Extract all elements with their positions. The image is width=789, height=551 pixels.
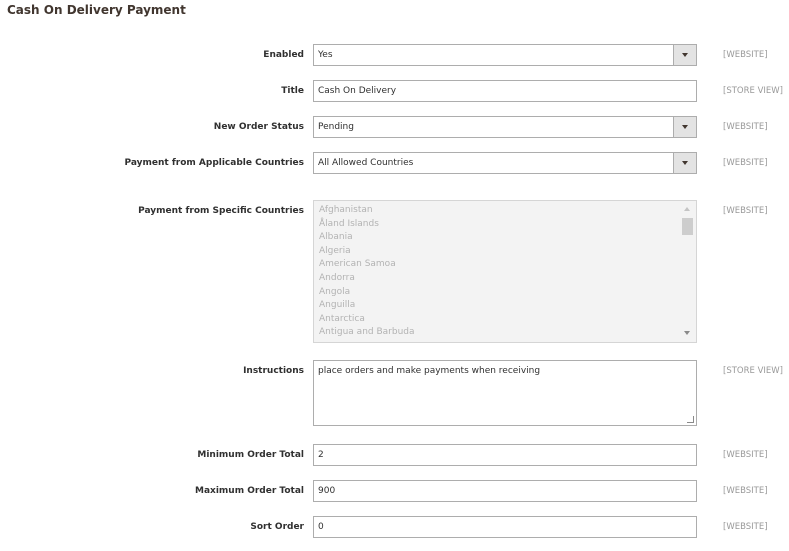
country-option[interactable]: Afghanistan [319, 205, 373, 215]
countries-scrollbar[interactable] [679, 201, 696, 342]
resize-handle-icon[interactable] [687, 416, 694, 423]
chevron-down-icon [682, 53, 688, 57]
scroll-down-icon[interactable] [684, 331, 690, 335]
section-title: Cash On Delivery Payment [7, 3, 186, 17]
sort-order-scope: [WEBSITE] [723, 522, 768, 532]
enabled-value: Yes [318, 50, 333, 60]
applicable-countries-value: All Allowed Countries [318, 158, 414, 168]
title-scope: [STORE VIEW] [723, 86, 783, 96]
enabled-dropdown-toggle[interactable] [673, 45, 696, 65]
specific-countries-multiselect[interactable]: Afghanistan Åland Islands Albania Algeri… [313, 200, 697, 343]
specific-countries-scope: [WEBSITE] [723, 206, 768, 216]
max-order-total-input[interactable]: 900 [313, 480, 697, 502]
enabled-select[interactable]: Yes [313, 44, 697, 66]
min-order-total-value: 2 [318, 450, 324, 460]
max-order-total-value: 900 [318, 486, 336, 496]
specific-countries-label: Payment from Specific Countries [138, 206, 304, 216]
min-order-total-scope: [WEBSITE] [723, 450, 768, 460]
country-option[interactable]: Åland Islands [319, 219, 379, 229]
country-option[interactable]: Antarctica [319, 314, 365, 324]
title-input[interactable]: Cash On Delivery [313, 80, 697, 102]
sort-order-input[interactable]: 0 [313, 516, 697, 538]
new-order-status-value: Pending [318, 122, 354, 132]
title-label: Title [281, 86, 304, 96]
chevron-down-icon [682, 161, 688, 165]
new-order-status-scope: [WEBSITE] [723, 122, 768, 132]
new-order-status-label: New Order Status [213, 122, 304, 132]
country-option[interactable]: American Samoa [319, 259, 396, 269]
instructions-label: Instructions [243, 366, 304, 376]
instructions-scope: [STORE VIEW] [723, 366, 783, 376]
instructions-textarea[interactable]: place orders and make payments when rece… [313, 360, 697, 426]
new-order-status-select[interactable]: Pending [313, 116, 697, 138]
applicable-countries-select[interactable]: All Allowed Countries [313, 152, 697, 174]
sort-order-value: 0 [318, 522, 324, 532]
country-option[interactable]: Andorra [319, 273, 355, 283]
enabled-scope: [WEBSITE] [723, 50, 768, 60]
applicable-countries-label: Payment from Applicable Countries [124, 158, 304, 168]
max-order-total-scope: [WEBSITE] [723, 486, 768, 496]
chevron-down-icon [682, 125, 688, 129]
scrollbar-thumb[interactable] [682, 218, 693, 235]
sort-order-label: Sort Order [250, 522, 304, 532]
country-option[interactable]: Angola [319, 287, 350, 297]
max-order-total-label: Maximum Order Total [194, 486, 304, 496]
country-option[interactable]: Algeria [319, 246, 351, 256]
min-order-total-label: Minimum Order Total [197, 450, 304, 460]
min-order-total-input[interactable]: 2 [313, 444, 697, 466]
country-option[interactable]: Antigua and Barbuda [319, 327, 415, 337]
instructions-value: place orders and make payments when rece… [318, 366, 541, 376]
enabled-label: Enabled [263, 50, 304, 60]
country-option[interactable]: Anguilla [319, 300, 355, 310]
country-option[interactable]: Albania [319, 232, 353, 242]
new-order-status-dropdown-toggle[interactable] [673, 117, 696, 137]
title-value: Cash On Delivery [318, 86, 397, 96]
applicable-countries-dropdown-toggle[interactable] [673, 153, 696, 173]
scroll-up-icon[interactable] [684, 207, 690, 211]
applicable-countries-scope: [WEBSITE] [723, 158, 768, 168]
